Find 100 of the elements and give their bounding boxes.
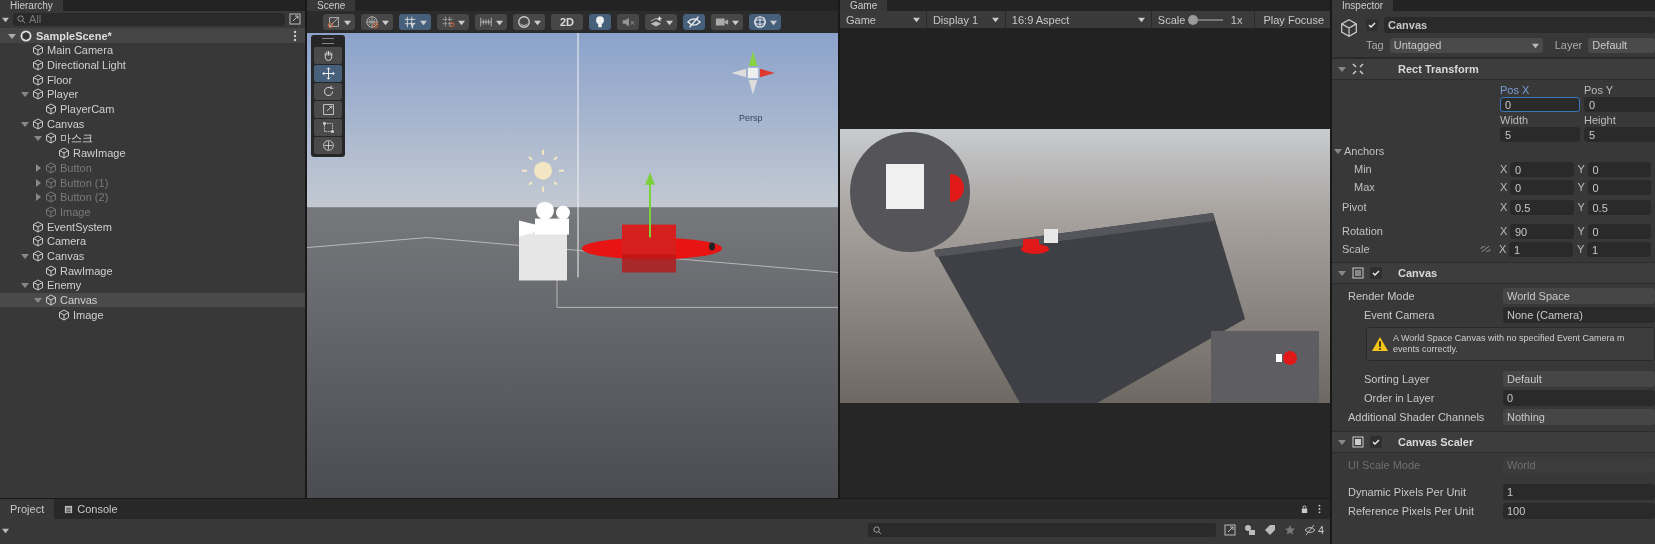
toolbar-button[interactable] xyxy=(749,14,782,30)
popout-icon[interactable] xyxy=(289,13,301,25)
popout-icon[interactable] xyxy=(1223,524,1236,536)
number-field[interactable]: 0 xyxy=(1584,97,1655,112)
expand-arrow-icon[interactable] xyxy=(1338,65,1346,73)
expand-arrow-icon[interactable] xyxy=(21,119,29,128)
property-field[interactable]: 1 xyxy=(1503,484,1655,500)
slider-thumb[interactable] xyxy=(1187,14,1198,25)
scale-slider[interactable] xyxy=(1189,14,1223,25)
property-field[interactable]: 100 xyxy=(1503,503,1655,519)
number-field[interactable]: 0.5 xyxy=(1510,199,1574,215)
toolbar-button[interactable] xyxy=(361,14,393,30)
search-field[interactable] xyxy=(867,523,1216,537)
number-field[interactable]: 0 xyxy=(1587,161,1651,177)
hierarchy-item[interactable]: Canvas xyxy=(0,292,305,308)
expand-arrow-icon[interactable] xyxy=(21,281,29,290)
number-field[interactable]: 1 xyxy=(1508,241,1573,257)
hierarchy-item[interactable]: Floor xyxy=(0,72,305,88)
expand-arrow-icon[interactable] xyxy=(1334,147,1342,155)
tool-button[interactable] xyxy=(314,47,342,64)
hierarchy-item[interactable]: Canvas xyxy=(0,116,305,132)
property-dropdown[interactable]: World Space xyxy=(1503,288,1655,304)
toolbar-button[interactable] xyxy=(617,14,640,30)
expand-arrow-icon[interactable] xyxy=(1338,269,1346,277)
cube-icon[interactable] xyxy=(1338,17,1360,39)
display-dropdown[interactable]: Display 1 xyxy=(926,11,1006,28)
object-field[interactable]: None (Camera) xyxy=(1503,307,1655,323)
search-field[interactable]: All xyxy=(13,12,285,26)
tool-button[interactable] xyxy=(314,119,342,136)
expand-arrow-icon[interactable] xyxy=(21,251,29,260)
number-field[interactable]: 5 xyxy=(1584,127,1655,142)
tool-button[interactable] xyxy=(314,65,342,82)
hierarchy-item[interactable]: RawImage xyxy=(0,145,305,161)
lock-icon[interactable] xyxy=(1300,504,1309,514)
tag-dropdown[interactable]: Untagged xyxy=(1389,37,1543,53)
toolbar-button[interactable] xyxy=(323,14,355,30)
active-checkbox[interactable] xyxy=(1366,19,1378,31)
scene-header[interactable]: SampleScene* xyxy=(0,28,305,43)
number-field[interactable]: 0 xyxy=(1510,179,1574,195)
panel-tab[interactable]: Console xyxy=(54,499,128,519)
tool-button[interactable] xyxy=(314,101,342,118)
hierarchy-item[interactable]: Player xyxy=(0,87,305,102)
toolbar-button[interactable] xyxy=(683,14,706,30)
name-field[interactable]: Canvas xyxy=(1384,17,1655,33)
panel-tab[interactable]: Project xyxy=(0,499,55,519)
expand-arrow-icon[interactable] xyxy=(34,134,42,143)
number-field[interactable]: 90 xyxy=(1510,223,1574,239)
tool-button[interactable] xyxy=(314,137,342,154)
constrain-link-icon[interactable] xyxy=(1480,245,1491,253)
panel-tab[interactable]: Inspector xyxy=(1332,0,1394,11)
layer-dropdown[interactable]: Default xyxy=(1588,37,1655,53)
expand-arrow-icon[interactable] xyxy=(34,296,42,305)
hierarchy-item[interactable]: RawImage xyxy=(0,263,305,278)
hierarchy-item[interactable]: Image xyxy=(0,307,305,323)
more-icon[interactable] xyxy=(293,29,297,42)
property-field[interactable]: 0 xyxy=(1503,390,1655,406)
hierarchy-item[interactable]: Canvas xyxy=(0,248,305,264)
caret-icon[interactable] xyxy=(666,18,674,26)
expand-arrow-icon[interactable] xyxy=(8,31,16,40)
dropdown-arrow-icon[interactable] xyxy=(2,15,9,23)
property-dropdown[interactable]: Nothing xyxy=(1503,409,1655,425)
panel-tab[interactable]: Game xyxy=(840,0,888,11)
tag-icon[interactable] xyxy=(1263,524,1276,536)
filter-type-icon[interactable] xyxy=(1243,524,1256,536)
hidden-eye-icon[interactable] xyxy=(1303,524,1316,536)
number-field[interactable]: 5 xyxy=(1500,127,1580,142)
hierarchy-item[interactable]: Enemy xyxy=(0,278,305,293)
hierarchy-item[interactable]: Camera xyxy=(0,233,305,249)
property-dropdown[interactable]: Default xyxy=(1503,371,1655,387)
number-field[interactable]: 1 xyxy=(1586,241,1651,257)
caret-icon[interactable] xyxy=(732,18,740,26)
dropdown-arrow-icon[interactable] xyxy=(2,526,9,534)
component-checkbox[interactable] xyxy=(1370,436,1382,448)
number-field[interactable]: 0 xyxy=(1587,223,1651,239)
caret-icon[interactable] xyxy=(496,18,503,26)
expand-arrow-icon[interactable] xyxy=(1338,438,1346,446)
caret-icon[interactable] xyxy=(534,18,541,26)
caret-icon[interactable] xyxy=(458,18,465,26)
hierarchy-item[interactable]: 마스크 xyxy=(0,131,305,146)
toolbar-button[interactable] xyxy=(645,14,678,30)
toolbar-button[interactable] xyxy=(399,14,431,30)
number-field[interactable]: 0.5 xyxy=(1587,199,1651,215)
number-field[interactable]: 0 xyxy=(1587,179,1651,195)
aspect-dropdown[interactable]: 16:9 Aspect xyxy=(1005,11,1152,28)
toolbar-button[interactable] xyxy=(711,14,744,30)
toolbar-button[interactable] xyxy=(437,14,469,30)
caret-icon[interactable] xyxy=(344,18,351,26)
hierarchy-item[interactable]: Main Camera xyxy=(0,43,305,58)
panel-tab[interactable]: Scene xyxy=(307,0,356,11)
game-mode-dropdown[interactable]: Game xyxy=(840,11,927,28)
caret-icon[interactable] xyxy=(420,18,427,26)
star-icon[interactable] xyxy=(1283,524,1296,536)
hierarchy-item[interactable]: Directional Light xyxy=(0,57,305,73)
component-header[interactable]: Canvas Scaler xyxy=(1332,431,1655,453)
play-focused-dropdown[interactable]: Play Focuse xyxy=(1254,11,1330,28)
caret-icon[interactable] xyxy=(382,18,389,26)
component-header[interactable]: Rect Transform xyxy=(1332,58,1655,80)
caret-icon[interactable] xyxy=(770,18,778,26)
component-checkbox[interactable] xyxy=(1370,267,1382,279)
hierarchy-item[interactable]: EventSystem xyxy=(0,219,305,234)
